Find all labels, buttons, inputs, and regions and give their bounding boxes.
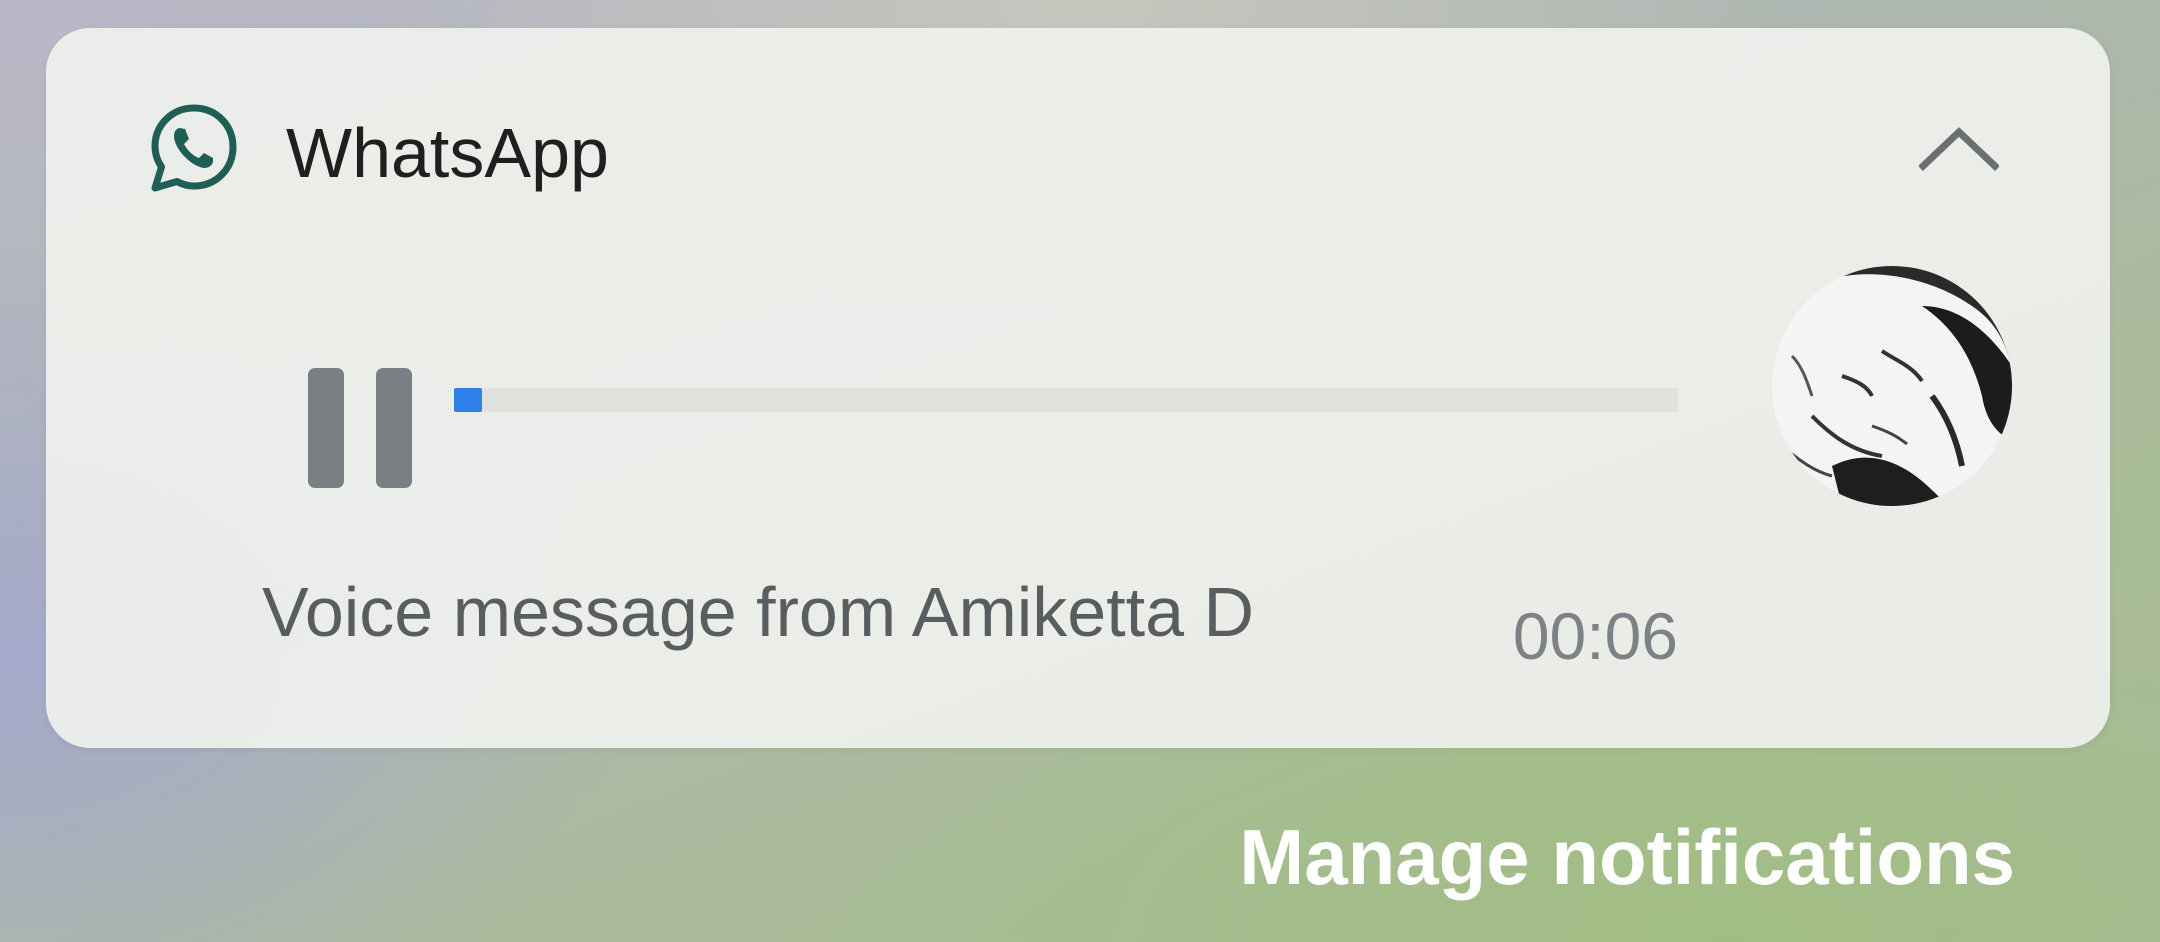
message-text: Voice message from Amiketta D xyxy=(262,573,1255,651)
notification-card[interactable]: WhatsApp Voice message from Amiketta D 0… xyxy=(46,28,2110,748)
collapse-button[interactable] xyxy=(1914,112,2004,182)
progress-thumb[interactable] xyxy=(454,388,482,412)
pause-icon xyxy=(308,368,344,488)
duration-label: 00:06 xyxy=(1512,599,1678,673)
pause-icon-bar xyxy=(376,368,412,488)
pause-button[interactable] xyxy=(266,336,412,488)
chevron-up-icon xyxy=(1919,127,1999,171)
whatsapp-icon xyxy=(151,104,237,192)
playback-progress-bar[interactable] xyxy=(454,388,1678,412)
manage-notifications-button[interactable]: Manage notifications xyxy=(1239,812,2015,902)
app-name: WhatsApp xyxy=(286,114,609,192)
contact-avatar xyxy=(1772,266,2012,506)
